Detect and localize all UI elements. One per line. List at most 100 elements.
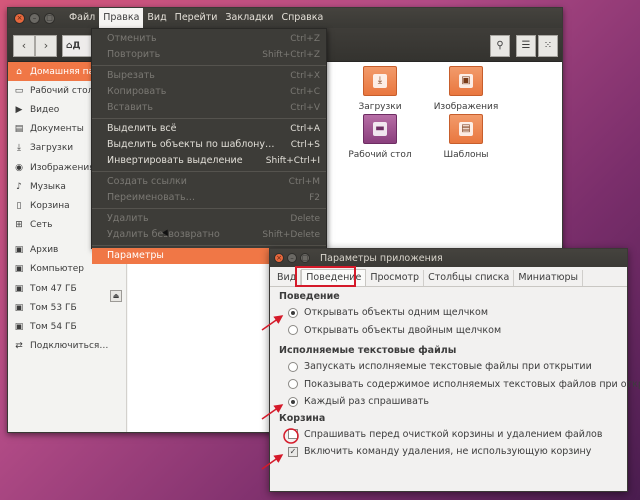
edit-menu-item[interactable]: Удалить Delete (92, 211, 326, 227)
templates-folder-icon: ▤ (449, 114, 483, 144)
forward-arrow-icon[interactable]: › (35, 35, 57, 57)
tab-1[interactable]: Поведение (301, 269, 367, 286)
sidebar-item[interactable]: ⇄ Подключиться… (8, 337, 126, 356)
minimize-window-icon[interactable]: – (29, 12, 40, 24)
trash-option[interactable]: Спрашивать перед очисткой корзины и удал… (279, 426, 627, 444)
edit-menu-item-shortcut: Ctrl+V (290, 103, 320, 113)
option-label: Включить команду удаления, не использующ… (304, 446, 592, 458)
path-bar-home-button[interactable]: ⌂Д (62, 35, 92, 57)
sidebar-item-label: Том 47 ГБ (30, 283, 77, 294)
sidebar-item-label: Том 53 ГБ (30, 302, 77, 313)
tab-3[interactable]: Столбцы списка (424, 270, 515, 286)
executables-option[interactable]: Каждый раз спрашивать (279, 393, 627, 411)
trash-heading: Корзина (279, 412, 326, 424)
sidebar-item[interactable]: ▣ Том 53 ГБ (8, 298, 126, 317)
edit-menu-item-shortcut: Shift+Ctrl+Z (262, 50, 320, 60)
edit-menu-item[interactable]: Создать ссылки Ctrl+M (92, 174, 326, 190)
tab-4[interactable]: Миниатюры (514, 270, 584, 286)
edit-menu-item[interactable]: Вырезать Ctrl+X (92, 68, 326, 84)
eject-icon[interactable]: ⏏ (110, 290, 122, 302)
sidebar-item-label: Компьютер (30, 264, 84, 275)
menu-2[interactable]: Вид (143, 8, 170, 28)
search-icon[interactable]: ⚲ (490, 35, 510, 57)
sidebar-item-label: Сеть (30, 220, 53, 231)
folder-label: Рабочий стол (348, 150, 412, 160)
folder-item[interactable]: ▬ Рабочий стол (340, 114, 420, 160)
drive-icon: ▣ (14, 245, 24, 256)
edit-menu-item[interactable]: Переименовать… F2 (92, 190, 326, 206)
sidebar-item-label: Том 54 ГБ (30, 322, 77, 333)
edit-menu-item-label: Выделить всё (107, 123, 177, 134)
behavior-options: Открывать объекты одним щелчком Открывать… (279, 304, 627, 339)
radio-button[interactable] (288, 379, 298, 390)
dialog-titlebar: × – □ Параметры приложения (270, 249, 627, 267)
dialog-window-controls: × – □ (274, 253, 310, 263)
sidebar-item-label: Музыка (30, 181, 66, 192)
radio-button[interactable] (288, 361, 298, 372)
executables-option[interactable]: Запускать исполняемые текстовые файлы пр… (279, 358, 627, 376)
menu-3[interactable]: Перейти (171, 8, 222, 28)
home-icon: ⌂ (16, 66, 22, 77)
menu-5[interactable]: Справка (277, 8, 327, 28)
tab-2[interactable]: Просмотр (366, 270, 425, 286)
connect-icon: ⇄ (15, 341, 23, 352)
drive-icon: ▣ (14, 283, 24, 294)
edit-menu-item-label: Создать ссылки (107, 176, 187, 187)
maximize-window-icon[interactable]: □ (44, 12, 55, 24)
menu-1[interactable]: Правка (99, 8, 144, 28)
edit-menu-item[interactable]: Копировать Ctrl+C (92, 84, 326, 100)
executables-option[interactable]: Показывать содержимое исполняемых тексто… (279, 376, 640, 394)
radio-button[interactable] (288, 325, 298, 336)
edit-menu-item[interactable]: Отменить Ctrl+Z (92, 31, 326, 47)
trash-icon: ▯ (16, 200, 22, 211)
edit-menu-item-label: Копировать (107, 86, 167, 97)
menu-separator (92, 245, 326, 246)
edit-menu-item[interactable]: Выделить всё Ctrl+A (92, 121, 326, 137)
music-icon: ♪ (16, 181, 22, 192)
edit-menu-item[interactable]: Удалить безвозвратно Shift+Delete (92, 227, 326, 243)
minimize-dialog-icon[interactable]: – (287, 253, 297, 263)
behavior-option[interactable]: Открывать объекты двойным щелчком (279, 322, 627, 340)
menu-separator (92, 65, 326, 66)
sidebar-item-label: Видео (30, 104, 60, 115)
menu-0[interactable]: Файл (65, 8, 99, 28)
folder-label: Шаблоны (443, 150, 489, 160)
sidebar-item[interactable]: ▣ Том 47 ГБ (8, 279, 126, 298)
maximize-dialog-icon[interactable]: □ (300, 253, 310, 263)
folder-item[interactable]: ▣ Изображения (426, 66, 506, 112)
folder-item[interactable]: ⤓ Загрузки (340, 66, 420, 112)
folder-item[interactable]: ▤ Шаблоны (426, 114, 506, 160)
trash-option[interactable]: ✓ Включить команду удаления, не использую… (279, 443, 627, 461)
edit-menu-item-label: Инвертировать выделение (107, 155, 243, 166)
checkbox[interactable] (288, 429, 298, 440)
sidebar-item-label: Подключиться… (30, 341, 109, 352)
radio-button[interactable] (288, 396, 298, 407)
edit-menu-item[interactable]: Повторить Shift+Ctrl+Z (92, 47, 326, 63)
edit-menu-item[interactable]: Инвертировать выделение Shift+Ctrl+I (92, 153, 326, 169)
option-label: Запускать исполняемые текстовые файлы пр… (304, 361, 592, 373)
option-label: Показывать содержимое исполняемых тексто… (304, 378, 640, 390)
sidebar-item[interactable]: ▣ Том 54 ГБ (8, 317, 126, 336)
close-window-icon[interactable]: × (14, 12, 25, 24)
menu-4[interactable]: Закладки (221, 8, 277, 28)
tab-0[interactable]: Вид (273, 270, 302, 286)
window-controls: × – □ (14, 12, 55, 24)
drive-icon: ▣ (14, 264, 24, 275)
desktop-folder-icon: ▬ (363, 114, 397, 144)
close-dialog-icon[interactable]: × (274, 253, 284, 263)
edit-menu-item[interactable]: Вставить Ctrl+V (92, 100, 326, 116)
behavior-option[interactable]: Открывать объекты одним щелчком (279, 304, 627, 322)
executables-heading: Исполняемые текстовые файлы (279, 345, 457, 356)
option-label: Открывать объекты двойным щелчком (304, 324, 502, 336)
back-arrow-icon[interactable]: ‹ (13, 35, 35, 57)
checkbox[interactable]: ✓ (288, 446, 298, 457)
document-icon: ▤ (14, 124, 24, 135)
grid-view-icon[interactable]: ⁙ (538, 35, 558, 57)
edit-menu-item[interactable]: Выделить объекты по шаблону… Ctrl+S (92, 137, 326, 153)
edit-menu-dropdown: Отменить Ctrl+Z Повторить Shift+Ctrl+Z Вырез… (91, 28, 327, 264)
list-view-icon[interactable]: ☰ (516, 35, 536, 57)
sidebar-item-label: Корзина (30, 200, 70, 211)
edit-menu-item-label: Повторить (107, 49, 161, 60)
radio-button[interactable] (288, 307, 298, 318)
downloads-folder-icon: ⤓ (363, 66, 397, 96)
